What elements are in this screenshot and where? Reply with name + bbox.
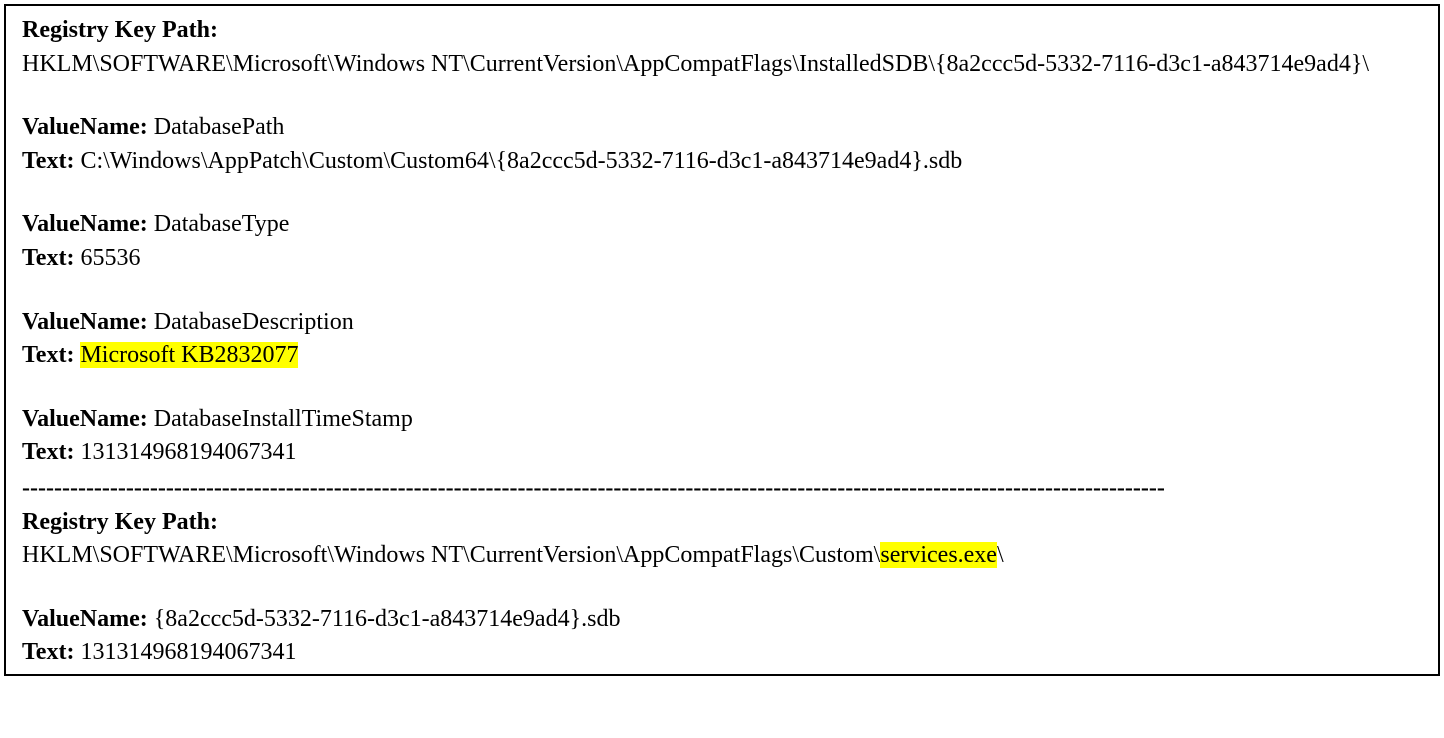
text-value: C:\Windows\AppPatch\Custom\Custom64\{8a2… bbox=[80, 148, 962, 174]
valuename-value: {8a2ccc5d-5332-7116-d3c1-a843714e9ad4}.s… bbox=[154, 606, 621, 632]
registry-entry-2: ValueName: DatabaseType Text: 65536 bbox=[22, 208, 1422, 275]
valuename-value: DatabaseType bbox=[154, 211, 290, 237]
registry-entry-4: ValueName: DatabaseInstallTimeStamp Text… bbox=[22, 403, 1422, 470]
text-label: Text: bbox=[22, 439, 74, 465]
valuename-line: ValueName: DatabaseDescription bbox=[22, 306, 1422, 340]
valuename-label: ValueName: bbox=[22, 211, 148, 237]
valuename-value: DatabasePath bbox=[154, 114, 285, 140]
text-value-highlighted: Microsoft KB2832077 bbox=[80, 342, 298, 368]
registry-entry-1: ValueName: DatabasePath Text: C:\Windows… bbox=[22, 111, 1422, 178]
valuename-label: ValueName: bbox=[22, 309, 148, 335]
valuename-line: ValueName: DatabaseType bbox=[22, 208, 1422, 242]
registry-key-path-value: HKLM\SOFTWARE\Microsoft\Windows NT\Curre… bbox=[22, 539, 1422, 573]
registry-path-highlighted: services.exe bbox=[880, 542, 997, 568]
text-line: Text: Microsoft KB2832077 bbox=[22, 339, 1422, 373]
valuename-line: ValueName: DatabasePath bbox=[22, 111, 1422, 145]
valuename-label: ValueName: bbox=[22, 606, 148, 632]
text-label: Text: bbox=[22, 639, 74, 665]
text-line: Text: C:\Windows\AppPatch\Custom\Custom6… bbox=[22, 145, 1422, 179]
registry-path-prefix: HKLM\SOFTWARE\Microsoft\Windows NT\Curre… bbox=[22, 542, 880, 568]
text-line: Text: 65536 bbox=[22, 242, 1422, 276]
valuename-value: DatabaseInstallTimeStamp bbox=[154, 406, 413, 432]
registry-key-path-line: Registry Key Path: bbox=[22, 506, 1422, 540]
registry-key-path-label: Registry Key Path: bbox=[22, 509, 218, 535]
registry-entry-5: ValueName: {8a2ccc5d-5332-7116-d3c1-a843… bbox=[22, 603, 1422, 670]
text-line: Text: 131314968194067341 bbox=[22, 436, 1422, 470]
text-label: Text: bbox=[22, 245, 74, 271]
registry-key-path-value: HKLM\SOFTWARE\Microsoft\Windows NT\Curre… bbox=[22, 48, 1422, 82]
text-line: Text: 131314968194067341 bbox=[22, 636, 1422, 670]
text-label: Text: bbox=[22, 148, 74, 174]
text-value: 131314968194067341 bbox=[80, 639, 296, 665]
valuename-line: ValueName: {8a2ccc5d-5332-7116-d3c1-a843… bbox=[22, 603, 1422, 637]
registry-key-path-label: Registry Key Path: bbox=[22, 17, 218, 43]
registry-path-suffix: \ bbox=[997, 542, 1004, 568]
valuename-value: DatabaseDescription bbox=[154, 309, 354, 335]
registry-section-1: Registry Key Path: HKLM\SOFTWARE\Microso… bbox=[22, 14, 1422, 81]
valuename-label: ValueName: bbox=[22, 406, 148, 432]
valuename-line: ValueName: DatabaseInstallTimeStamp bbox=[22, 403, 1422, 437]
valuename-label: ValueName: bbox=[22, 114, 148, 140]
registry-entry-3: ValueName: DatabaseDescription Text: Mic… bbox=[22, 306, 1422, 373]
section-separator: ----------------------------------------… bbox=[22, 472, 1422, 506]
registry-section-2: Registry Key Path: HKLM\SOFTWARE\Microso… bbox=[22, 506, 1422, 573]
text-label: Text: bbox=[22, 342, 74, 368]
registry-info-box: Registry Key Path: HKLM\SOFTWARE\Microso… bbox=[4, 4, 1440, 676]
registry-key-path-line: Registry Key Path: bbox=[22, 14, 1422, 48]
text-value: 131314968194067341 bbox=[80, 439, 296, 465]
text-value: 65536 bbox=[80, 245, 140, 271]
